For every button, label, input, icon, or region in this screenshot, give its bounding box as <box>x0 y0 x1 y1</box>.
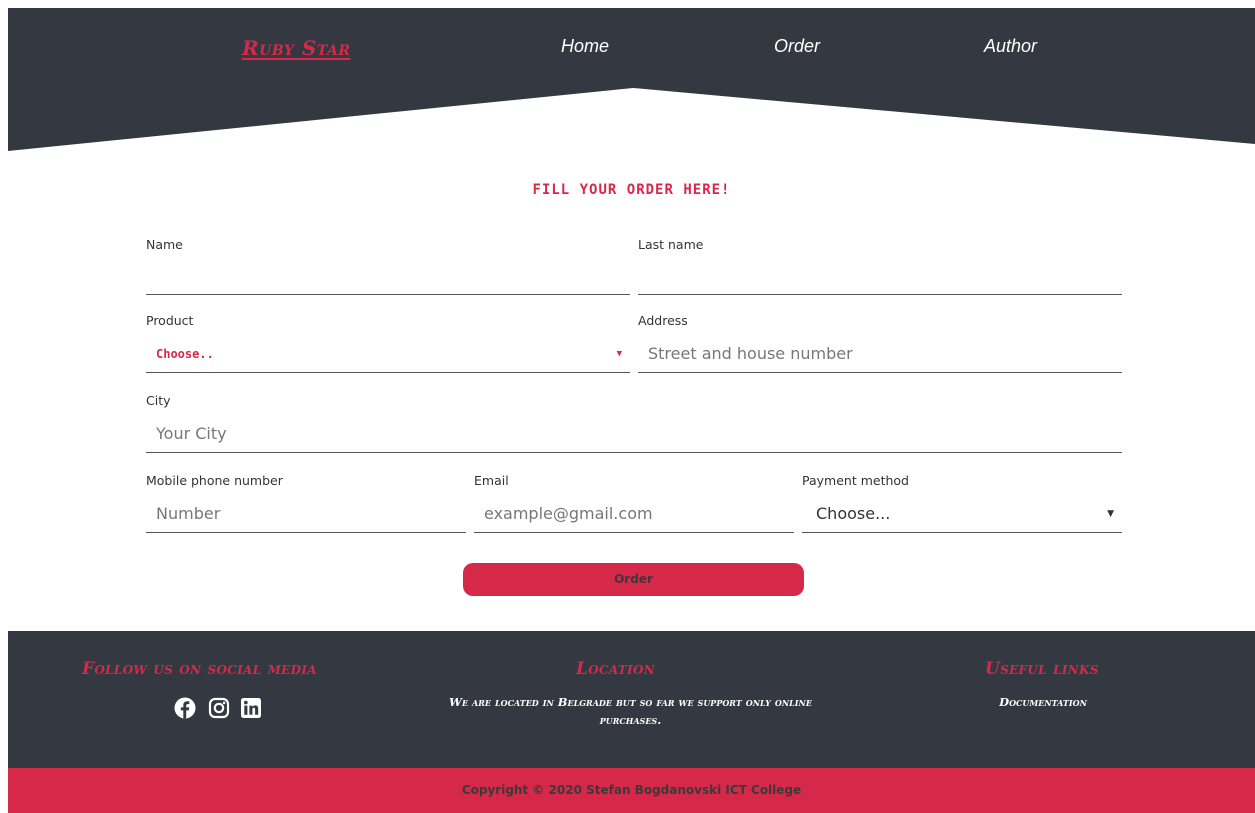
product-selected-value: Choose.. <box>156 347 214 361</box>
location-heading: Location <box>576 659 655 679</box>
form-title: Fill your order here! <box>532 182 731 198</box>
city-input[interactable]: Your City <box>146 417 1122 453</box>
address-field: Address Street and house number <box>638 313 1122 375</box>
name-field: Name <box>146 237 630 295</box>
page: Ruby Star Home Order Author Fill your or… <box>8 8 1255 813</box>
order-submit-button[interactable]: Order <box>463 563 804 596</box>
documentation-link[interactable]: Documentation <box>973 693 1113 711</box>
brand-logo[interactable]: Ruby Star <box>242 36 350 60</box>
last-name-field: Last name <box>638 237 1122 295</box>
header-background <box>8 8 1255 151</box>
address-placeholder: Street and house number <box>648 344 853 363</box>
phone-field: Mobile phone number Number <box>146 473 466 535</box>
phone-input[interactable]: Number <box>146 497 466 533</box>
name-label: Name <box>146 237 183 252</box>
email-label: Email <box>474 473 509 488</box>
last-name-input[interactable] <box>638 259 1122 295</box>
city-placeholder: Your City <box>156 424 227 443</box>
last-name-label: Last name <box>638 237 704 252</box>
facebook-icon[interactable] <box>174 697 196 719</box>
nav-home[interactable]: Home <box>561 36 609 57</box>
payment-field: Payment method Choose... ▼ <box>802 473 1122 535</box>
payment-select[interactable]: Choose... ▼ <box>802 497 1122 533</box>
address-label: Address <box>638 313 688 328</box>
site-footer: Follow us on social media Location We ar… <box>8 631 1255 768</box>
email-input[interactable]: example@gmail.com <box>474 497 794 533</box>
copyright-bar: Copyright © 2020 Stefan Bogdanovski ICT … <box>8 768 1255 813</box>
nav-order[interactable]: Order <box>774 36 820 57</box>
city-field: City Your City <box>146 393 1122 455</box>
payment-selected-value: Choose... <box>816 504 891 523</box>
linkedin-icon[interactable] <box>240 697 262 719</box>
phone-placeholder: Number <box>156 504 221 523</box>
instagram-icon[interactable] <box>208 697 230 719</box>
email-field: Email example@gmail.com <box>474 473 794 535</box>
phone-label: Mobile phone number <box>146 473 283 488</box>
city-label: City <box>146 393 171 408</box>
product-field: Product Choose.. ▼ <box>146 313 630 375</box>
name-input[interactable] <box>146 259 630 295</box>
site-header: Ruby Star Home Order Author <box>8 8 1255 153</box>
product-select[interactable]: Choose.. ▼ <box>146 337 630 373</box>
nav-author[interactable]: Author <box>984 36 1037 57</box>
useful-links-heading: Useful links <box>985 659 1099 679</box>
social-heading: Follow us on social media <box>82 659 317 679</box>
caret-down-icon: ▼ <box>616 349 622 359</box>
location-text: We are located in Belgrade but so far we… <box>449 695 812 727</box>
caret-down-icon: ▼ <box>1107 509 1114 519</box>
payment-label: Payment method <box>802 473 909 488</box>
product-label: Product <box>146 313 194 328</box>
email-placeholder: example@gmail.com <box>484 504 653 523</box>
address-input[interactable]: Street and house number <box>638 337 1122 373</box>
